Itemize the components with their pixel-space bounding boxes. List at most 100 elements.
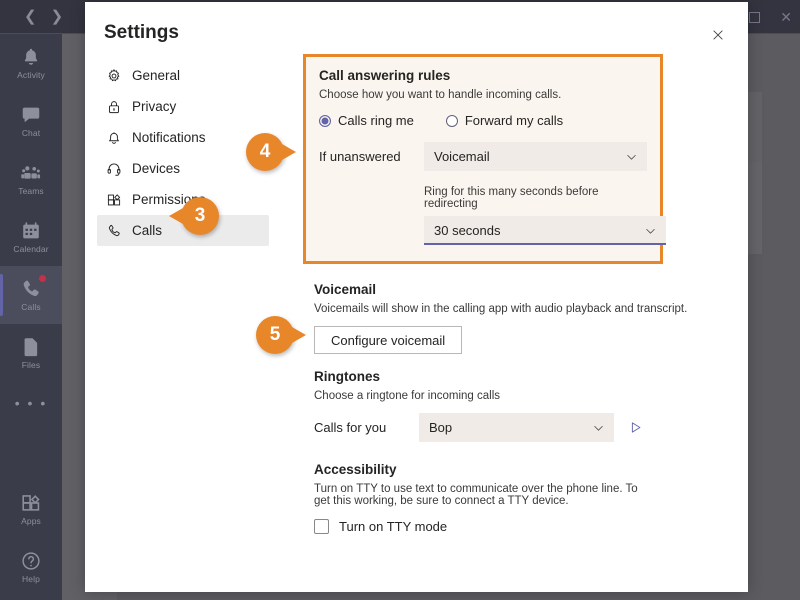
sidebar-item-notifications[interactable]: Notifications [97, 122, 269, 153]
sidebar-item-label-privacy: Privacy [132, 99, 177, 114]
accessibility-section: Accessibility Turn on TTY to use text to… [314, 462, 656, 534]
callout-badge-4: 4 [246, 133, 296, 171]
help-icon [20, 550, 42, 572]
radio-forward-my-calls-label: Forward my calls [464, 113, 564, 128]
sidebar-item-label-calls: Calls [132, 223, 163, 238]
bell-icon [106, 130, 122, 146]
ringtones-section: Ringtones Choose a ringtone for incoming… [314, 369, 714, 442]
voicemail-description: Voicemails will show in the calling app … [314, 303, 688, 315]
calls-for-you-label: Calls for you [314, 420, 387, 435]
settings-dialog: Settings General Privacy Notifications D… [85, 2, 748, 592]
sidebar-item-label-devices: Devices [132, 161, 181, 176]
rail-label-activity: Activity [17, 70, 45, 80]
sidebar-item-label-notifications: Notifications [132, 130, 206, 145]
chat-icon [20, 104, 42, 126]
gear-icon [106, 68, 122, 84]
navigation-arrows: ❮ ❯ [24, 8, 63, 26]
callout-tail-3 [169, 208, 183, 224]
app-rail: Activity Chat Teams Calendar Calls Files… [0, 34, 62, 600]
radio-forward-my-calls[interactable]: Forward my calls [445, 113, 564, 128]
teams-settings-screenshot: ••• ••• ❮ ❯ ✕ Activity Chat Teams [0, 0, 800, 600]
call-answering-rules-heading: Call answering rules [319, 68, 451, 83]
tty-mode-checkbox-row[interactable]: Turn on TTY mode [314, 519, 656, 534]
page-title: Settings [104, 22, 179, 43]
phone-icon [20, 278, 42, 300]
if-unanswered-label: If unanswered [319, 149, 401, 164]
tty-mode-label: Turn on TTY mode [339, 519, 448, 534]
rail-item-chat[interactable]: Chat [0, 92, 62, 150]
if-unanswered-dropdown[interactable]: Voicemail [424, 142, 647, 171]
voicemail-section: Voicemail Voicemails will show in the ca… [314, 282, 714, 354]
callout-badge-5: 5 [256, 316, 306, 354]
ring-seconds-dropdown[interactable]: 30 seconds [424, 216, 666, 245]
rail-label-help: Help [22, 574, 40, 584]
rail-item-activity[interactable]: Activity [0, 34, 62, 92]
rail-label-chat: Chat [21, 128, 41, 138]
callout-badge-3: 3 [169, 197, 219, 235]
checkbox-icon[interactable] [314, 519, 329, 534]
voicemail-heading: Voicemail [314, 282, 377, 297]
sidebar-item-privacy[interactable]: Privacy [97, 91, 269, 122]
rail-label-files: Files [21, 360, 41, 370]
ringtones-heading: Ringtones [314, 369, 380, 384]
permissions-icon [106, 192, 122, 208]
sidebar-item-label-general: General [132, 68, 181, 83]
apps-icon [20, 492, 42, 514]
call-answering-radio-group: Calls ring me Forward my calls [319, 113, 647, 128]
ring-seconds-value: 30 seconds [434, 223, 501, 238]
play-icon[interactable] [628, 420, 643, 435]
if-unanswered-row: If unanswered Voicemail [319, 142, 647, 171]
phone-icon [106, 223, 122, 239]
call-answering-rules-box: Call answering rules Choose how you want… [303, 54, 666, 264]
accessibility-heading: Accessibility [314, 462, 397, 477]
bell-icon [20, 46, 42, 68]
callout-number-3: 3 [194, 205, 206, 226]
rail-item-teams[interactable]: Teams [0, 150, 62, 208]
chevron-down-icon [625, 150, 638, 163]
rail-item-help[interactable]: Help [0, 538, 62, 596]
calls-for-you-row: Calls for you Bop [314, 413, 714, 442]
radio-selected-icon [319, 114, 331, 127]
rail-bottom-group: Apps Help [0, 480, 62, 596]
radio-unselected-icon [445, 114, 458, 127]
rail-label-teams: Teams [18, 186, 44, 196]
maximize-restore-icon[interactable] [749, 11, 761, 23]
chevron-down-icon [644, 224, 657, 237]
callout-number-4: 4 [259, 141, 271, 162]
callout-number-5: 5 [269, 324, 281, 345]
calls-for-you-value: Bop [429, 420, 453, 435]
unread-badge-dot [39, 275, 46, 282]
rail-item-calls[interactable]: Calls [0, 266, 62, 324]
close-window-icon[interactable]: ✕ [780, 10, 792, 24]
rail-item-calendar[interactable]: Calendar [0, 208, 62, 266]
callout-tail-4 [282, 144, 296, 160]
rail-item-files[interactable]: Files [0, 324, 62, 382]
rail-label-calendar: Calendar [13, 244, 49, 254]
sidebar-item-devices[interactable]: Devices [97, 153, 269, 184]
sidebar-item-general[interactable]: General [97, 60, 269, 91]
file-icon [20, 336, 42, 358]
chevron-left-icon[interactable]: ❮ [24, 8, 37, 26]
teams-icon [20, 162, 42, 184]
accessibility-description: Turn on TTY to use text to communicate o… [314, 483, 638, 507]
ringtones-description: Choose a ringtone for incoming calls [314, 390, 501, 402]
lock-icon [106, 99, 122, 115]
if-unanswered-value: Voicemail [434, 149, 490, 164]
call-answering-rules-description: Choose how you want to handle incoming c… [319, 89, 562, 101]
chevron-down-icon [592, 421, 605, 434]
close-icon[interactable] [707, 24, 729, 46]
rail-label-calls: Calls [21, 302, 41, 312]
rail-more-apps-button[interactable]: • • • [0, 382, 62, 424]
ring-seconds-note: Ring for this many seconds before redire… [424, 186, 599, 210]
radio-calls-ring-me[interactable]: Calls ring me [319, 113, 414, 128]
configure-voicemail-button[interactable]: Configure voicemail [314, 326, 463, 354]
rail-item-apps[interactable]: Apps [0, 480, 62, 538]
rail-label-apps: Apps [21, 516, 41, 526]
chevron-right-icon[interactable]: ❯ [51, 8, 64, 26]
background-right-divider [762, 34, 800, 600]
window-controls: ✕ [749, 0, 792, 34]
radio-calls-ring-me-label: Calls ring me [338, 113, 414, 128]
calls-for-you-dropdown[interactable]: Bop [419, 413, 614, 442]
callout-tail-5 [292, 327, 306, 343]
headset-icon [106, 161, 122, 177]
